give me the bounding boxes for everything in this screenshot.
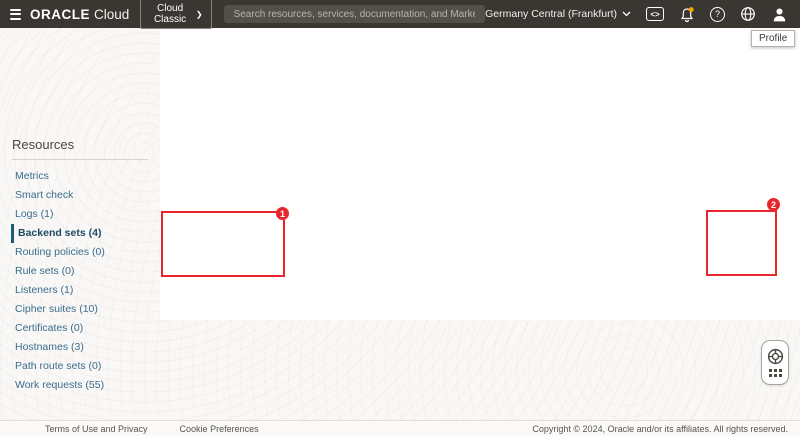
sidebar-item-routing-policies-0[interactable]: Routing policies (0) (0, 243, 160, 262)
sidebar-item-path-route-sets-0[interactable]: Path route sets (0) (0, 357, 160, 376)
sidebar-item-smart-check[interactable]: Smart check (0, 186, 160, 205)
cloud-classic-label: Cloud Classic (149, 3, 191, 25)
help-icon[interactable]: ? (710, 7, 725, 22)
sidebar-item-listeners-1[interactable]: Listeners (1) (0, 281, 160, 300)
copyright-text: Copyright © 2024, Oracle and/or its affi… (532, 424, 788, 434)
sidebar-item-logs-1[interactable]: Logs (1) (0, 205, 160, 224)
main-content-panel (160, 28, 800, 320)
sidebar-item-certificates-0[interactable]: Certificates (0) (0, 319, 160, 338)
sidebar-item-work-requests-55[interactable]: Work requests (55) (0, 376, 160, 395)
chevron-down-icon (622, 11, 631, 17)
terms-of-use-link[interactable]: Terms of Use and Privacy (45, 424, 148, 434)
apps-grid-icon[interactable] (769, 369, 782, 377)
sidebar-list: MetricsSmart checkLogs (1)Backend sets (… (0, 167, 160, 395)
search-input[interactable] (224, 5, 486, 23)
oracle-cloud-logo[interactable]: ORACLE Cloud (30, 7, 129, 22)
annotation-badge-1: 1 (276, 207, 289, 220)
cloud-classic-button[interactable]: Cloud Classic ❯ (140, 0, 211, 29)
region-selector[interactable]: Germany Central (Frankfurt) (485, 8, 631, 20)
language-globe-icon[interactable] (740, 6, 756, 22)
support-widget (761, 340, 789, 385)
resources-sidebar-title: Resources (12, 137, 74, 152)
region-label: Germany Central (Frankfurt) (485, 8, 617, 20)
sidebar-item-backend-sets-4[interactable]: Backend sets (4) (11, 224, 160, 243)
logo-cloud-text: Cloud (94, 7, 129, 22)
sidebar-item-hostnames-3[interactable]: Hostnames (3) (0, 338, 160, 357)
top-navigation-bar: ORACLE Cloud Cloud Classic ❯ Germany Cent… (0, 0, 800, 28)
logo-oracle-text: ORACLE (30, 7, 90, 22)
sidebar-item-rule-sets-0[interactable]: Rule sets (0) (0, 262, 160, 281)
chevron-right-icon: ❯ (196, 10, 203, 19)
sidebar-item-cipher-suites-10[interactable]: Cipher suites (10) (0, 300, 160, 319)
annotation-badge-2: 2 (767, 198, 780, 211)
profile-tooltip: Profile (751, 30, 795, 47)
cookie-preferences-link[interactable]: Cookie Preferences (180, 424, 259, 434)
sidebar-item-metrics[interactable]: Metrics (0, 167, 160, 186)
sidebar-divider (12, 159, 148, 160)
page-footer: Terms of Use and Privacy Cookie Preferen… (0, 420, 800, 436)
developer-tools-icon[interactable]: <> (646, 7, 664, 21)
profile-icon[interactable] (771, 6, 788, 23)
lifebuoy-help-icon[interactable] (767, 348, 784, 365)
hamburger-menu-icon[interactable] (10, 6, 21, 22)
notifications-bell-icon[interactable] (679, 6, 695, 23)
notification-dot (689, 7, 694, 12)
